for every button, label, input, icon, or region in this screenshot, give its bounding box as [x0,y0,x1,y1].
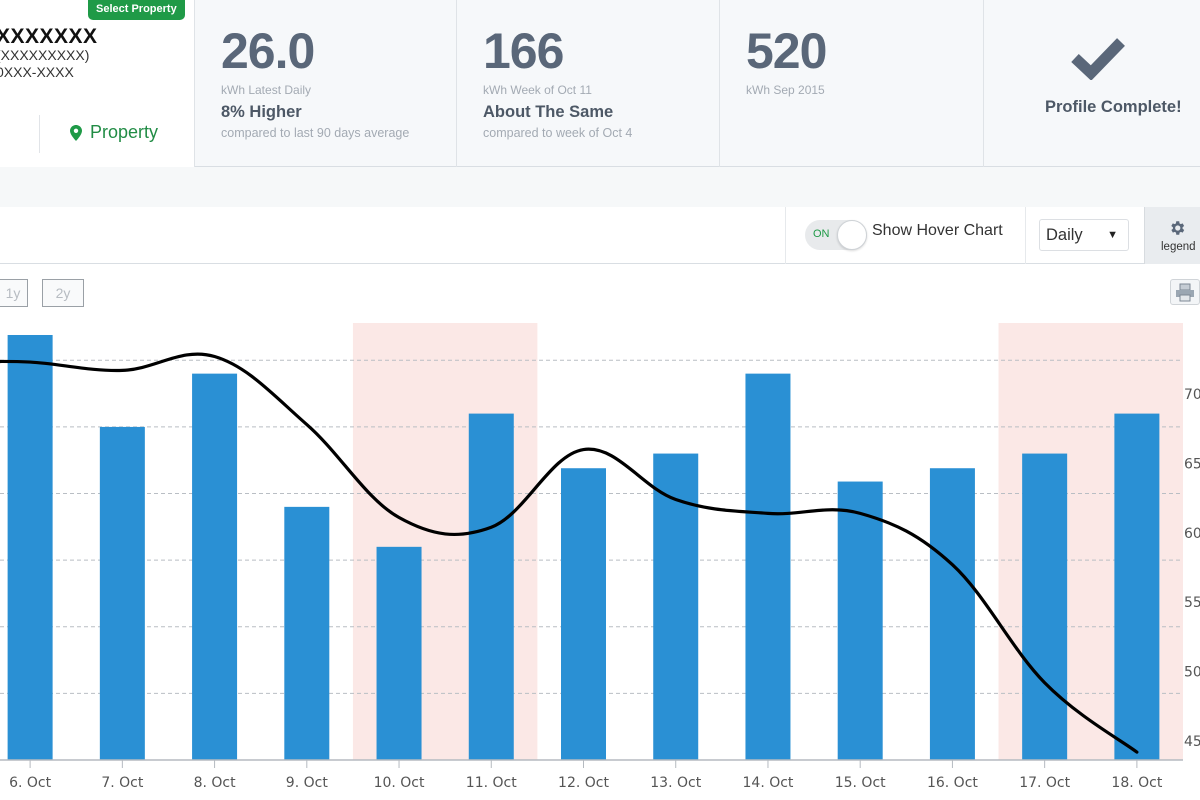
toggle-knob[interactable] [837,220,867,250]
chart-toolbar [0,207,1200,264]
section-band [0,167,1200,207]
account-panel: Select Property XXXXXXX (XXXXXXXXX) 0XXX… [0,0,195,167]
bar-6oct [7,334,53,760]
stat-comparison: About The Same [483,103,614,121]
hover-chart-label: Show Hover Chart [872,222,1003,239]
bar-10oct [376,546,422,760]
profile-complete-label: Profile Complete! [1045,98,1182,116]
stat-subtext: compared to week of Oct 4 [483,126,633,140]
profile-status: Profile Complete! [984,0,1200,167]
x-tick-label: 11. Oct [466,775,517,791]
x-tick-label: 16. Oct [927,775,978,791]
x-tick-label: 9. Oct [286,775,329,791]
right-axis-tick-label: 55 [1184,595,1200,611]
account-name: XXXXXXX [0,25,98,48]
map-pin-icon [70,124,82,141]
hover-chart-toggle[interactable]: ON [805,220,867,250]
x-tick-label: 7. Oct [101,775,144,791]
print-icon [1176,283,1194,302]
range-button-1y[interactable]: 1y [0,279,28,307]
select-property-button[interactable]: Select Property [88,0,185,20]
x-tick-label: 12. Oct [558,775,609,791]
right-axis-tick-label: 50 [1184,665,1200,681]
bar-9oct [284,506,330,760]
x-tick-label: 15. Oct [835,775,886,791]
bar-16oct [929,468,975,760]
right-axis-tick-label: 65 [1184,456,1200,472]
x-tick-label: 14. Oct [743,775,794,791]
range-button-2y[interactable]: 2y [42,279,84,307]
right-axis-tick-label: 45 [1184,734,1200,750]
property-link-label: Property [90,122,159,142]
stat-subtext: compared to last 90 days average [221,126,410,140]
summary-header: Select Property XXXXXXX (XXXXXXXXX) 0XXX… [0,0,1200,167]
period-select[interactable]: Daily ▼ [1039,219,1129,251]
legend-label: legend [1161,241,1196,253]
divider [39,115,40,153]
x-tick-label: 8. Oct [194,775,237,791]
stat-value: 26.0 [221,23,315,79]
bar-7oct [99,426,145,760]
stat-latest-daily: 26.0 kWh Latest Daily 8% Higher compared… [195,0,457,167]
bar-18oct [1114,413,1160,760]
legend-button[interactable]: legend [1144,207,1200,264]
account-number: (XXXXXXXXX) [0,47,90,63]
divider [785,207,786,264]
period-selected-value: Daily [1046,226,1083,244]
x-tick-label: 6. Oct [9,775,52,791]
bar-12oct [561,468,606,760]
print-button[interactable] [1170,279,1200,305]
x-tick-label: 18. Oct [1111,775,1162,791]
bar-15oct [837,481,883,760]
toggle-state: ON [813,228,830,240]
stat-value: 520 [746,23,827,79]
stat-monthly: 520 kWh Sep 2015 [720,0,984,167]
dropdown-arrow-icon: ▼ [1107,229,1118,241]
bar-8oct [192,373,238,760]
divider [1025,207,1026,264]
property-link[interactable]: Property [70,122,158,143]
usage-chart[interactable]: 6. Oct 7. Oct 8. Oct 9. Oct 10. Oct 11. Oct 12… [0,310,1200,800]
gear-icon [1171,221,1185,235]
checkmark-icon [1071,38,1125,80]
x-tick-label: 13. Oct [650,775,701,791]
bar-17oct [1022,453,1068,760]
account-phone: 0XXX-XXXX [0,64,74,80]
stat-weekly: 166 kWh Week of Oct 11 About The Same co… [457,0,720,167]
right-axis-tick-label: 60 [1184,526,1200,542]
stat-unit: kWh Latest Daily [221,83,312,97]
right-axis-tick-label: 70 [1184,387,1200,403]
bar-11oct [468,413,514,760]
x-tick-label: 17. Oct [1019,775,1070,791]
x-tick-label: 10. Oct [374,775,425,791]
stat-unit: kWh Sep 2015 [746,83,825,97]
bar-14oct [745,373,791,760]
stat-value: 166 [483,23,564,79]
stat-unit: kWh Week of Oct 11 [483,83,592,97]
stat-comparison: 8% Higher [221,103,302,121]
